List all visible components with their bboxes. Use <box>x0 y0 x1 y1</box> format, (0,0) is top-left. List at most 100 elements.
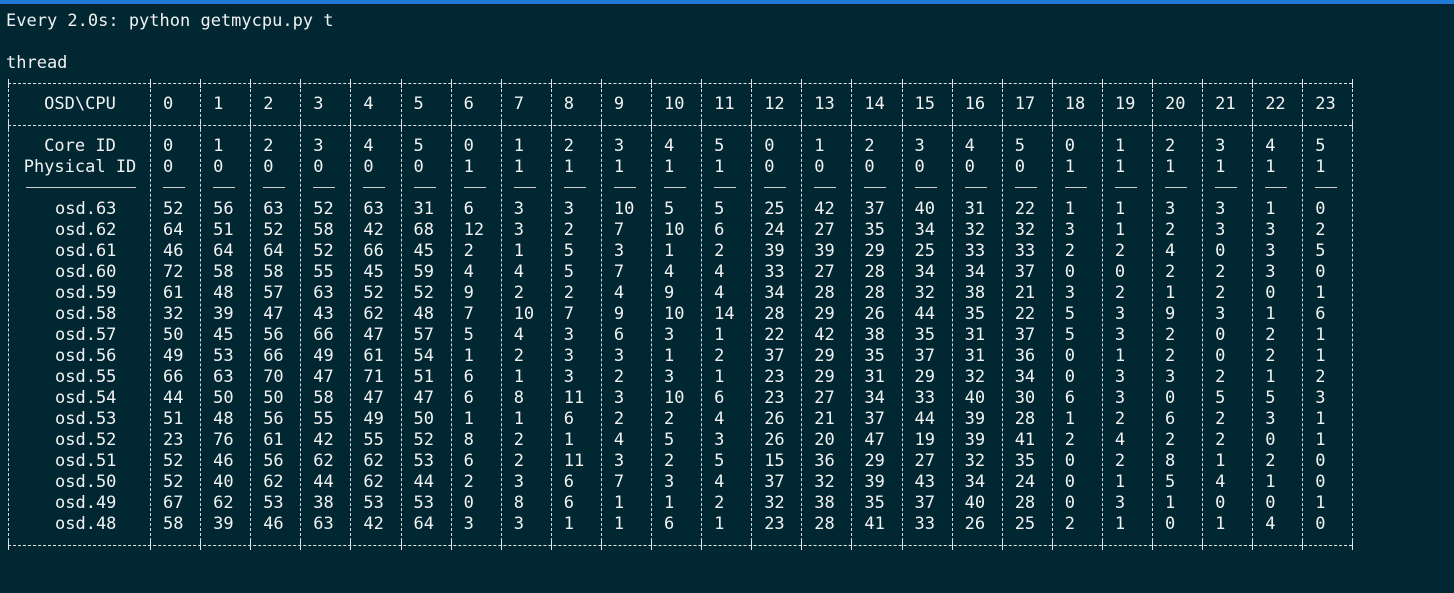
table-cell-value: 0 <box>1165 514 1176 534</box>
table-column-separator <box>701 89 703 541</box>
table-cell-value: 11 <box>563 388 585 408</box>
table-cell-value: 6 <box>463 367 474 387</box>
table-cell-value: 0 <box>1315 199 1326 219</box>
header-cpu-8: 8 <box>563 94 575 114</box>
table-cell-value: 58 <box>163 514 184 534</box>
table-cell-value: 7 <box>463 304 474 324</box>
table-cell-value: 61 <box>163 283 184 303</box>
column-underline <box>413 187 436 188</box>
table-cell-value: 37 <box>1014 262 1036 282</box>
table-cell-value: 53 <box>363 493 384 513</box>
table-cell-value: 3 <box>1114 493 1126 513</box>
table-cell-value: 29 <box>814 346 835 366</box>
physical-id-value: 1 <box>563 157 575 177</box>
table-cell-value: 23 <box>764 367 785 387</box>
table-corner-plus <box>300 541 304 550</box>
table-cell-value: 47 <box>313 367 334 387</box>
table-cell-value: 49 <box>163 346 184 366</box>
table-cell-value: 4 <box>513 325 524 345</box>
core-id-value: 4 <box>964 136 975 156</box>
table-corner-plus <box>1051 79 1056 88</box>
table-cell-value: 1 <box>1114 346 1126 366</box>
table-cell-value: 2 <box>1315 220 1326 240</box>
core-id-value: 0 <box>463 136 474 156</box>
table-cell-value: 42 <box>814 199 835 219</box>
table-column-separator <box>300 89 302 541</box>
table-cell-value: 2 <box>513 346 524 366</box>
table-cell-value: 66 <box>313 325 334 345</box>
core-id-value: 1 <box>213 136 224 156</box>
table-corner-plus <box>651 79 655 88</box>
table-cell-value: 1 <box>1165 493 1176 513</box>
table-cell-value: 38 <box>814 493 835 513</box>
table-cell-value: 22 <box>764 325 785 345</box>
table-row-osd-label: osd.59 <box>55 283 117 303</box>
table-cell-value: 27 <box>814 388 835 408</box>
table-cell-value: 24 <box>1014 472 1036 492</box>
table-corner-plus <box>951 541 956 550</box>
table-corner-plus <box>500 541 505 550</box>
table-cell-value: 37 <box>914 493 935 513</box>
table-corner-plus <box>701 79 705 88</box>
table-cell-value: 6 <box>563 472 575 492</box>
table-corner-plus <box>400 79 405 88</box>
header-cpu-14: 14 <box>864 94 885 114</box>
table-cell-value: 63 <box>263 199 284 219</box>
core-id-value: 4 <box>363 136 374 156</box>
physical-id-value: 0 <box>213 157 224 177</box>
table-cell-value: 4 <box>613 430 625 450</box>
table-column-separator <box>400 89 402 541</box>
table-cell-value: 9 <box>1165 304 1176 324</box>
table-row-osd-label: osd.50 <box>55 472 117 492</box>
table-cell-value: 2 <box>1165 346 1176 366</box>
table-cell-value: 56 <box>263 451 284 471</box>
column-underline <box>1315 187 1338 188</box>
table-cell-value: 1 <box>1315 346 1326 366</box>
table-column-separator <box>1302 89 1304 541</box>
column-underline <box>263 187 286 188</box>
table-cell-value: 44 <box>313 472 334 492</box>
core-id-value: 2 <box>263 136 274 156</box>
table-cell-value: 44 <box>914 304 935 324</box>
table-cell-value: 51 <box>163 409 184 429</box>
table-corner-plus <box>751 541 755 550</box>
header-cpu-13: 13 <box>814 94 835 114</box>
table-cell-value: 39 <box>864 472 885 492</box>
table-column-separator <box>8 89 9 541</box>
table-cell-value: 1 <box>664 346 675 366</box>
table-cell-value: 3 <box>1215 304 1226 324</box>
table-cell-value: 39 <box>964 430 986 450</box>
table-cell-value: 1 <box>1315 409 1326 429</box>
table-cell-value: 1 <box>1215 451 1226 471</box>
table-cell-value: 1 <box>714 367 725 387</box>
table-corner-plus <box>901 541 906 550</box>
table-cell-value: 30 <box>1014 388 1036 408</box>
physical-id-value: 0 <box>1014 157 1025 177</box>
table-cell-value: 3 <box>1265 409 1276 429</box>
table-cell-value: 2 <box>1114 283 1126 303</box>
table-cell-value: 56 <box>263 409 284 429</box>
table-cell-value: 67 <box>163 493 184 513</box>
column-underline <box>814 187 837 188</box>
table-cell-value: 4 <box>463 262 474 282</box>
table-corner-plus <box>851 541 855 550</box>
table-corner-plus <box>1202 541 1206 550</box>
table-cell-value: 47 <box>864 430 885 450</box>
table-cell-value: 26 <box>864 304 885 324</box>
table-cell-value: 2 <box>1165 262 1176 282</box>
table-cell-value: 27 <box>814 262 835 282</box>
table-cell-value: 4 <box>1114 430 1126 450</box>
table-corner-plus <box>8 541 12 550</box>
table-cell-value: 54 <box>413 346 434 366</box>
table-corner-plus <box>1352 541 1356 550</box>
table-cell-value: 1 <box>714 325 725 345</box>
table-cell-value: 41 <box>1014 430 1036 450</box>
core-id-value: 3 <box>313 136 324 156</box>
table-cell-value: 62 <box>363 304 384 324</box>
table-cell-value: 21 <box>814 409 835 429</box>
table-cell-value: 1 <box>1114 220 1126 240</box>
table-cell-value: 2 <box>1114 451 1126 471</box>
table-cell-value: 39 <box>814 241 835 261</box>
header-cpu-15: 15 <box>914 94 935 114</box>
table-cell-value: 6 <box>563 493 575 513</box>
